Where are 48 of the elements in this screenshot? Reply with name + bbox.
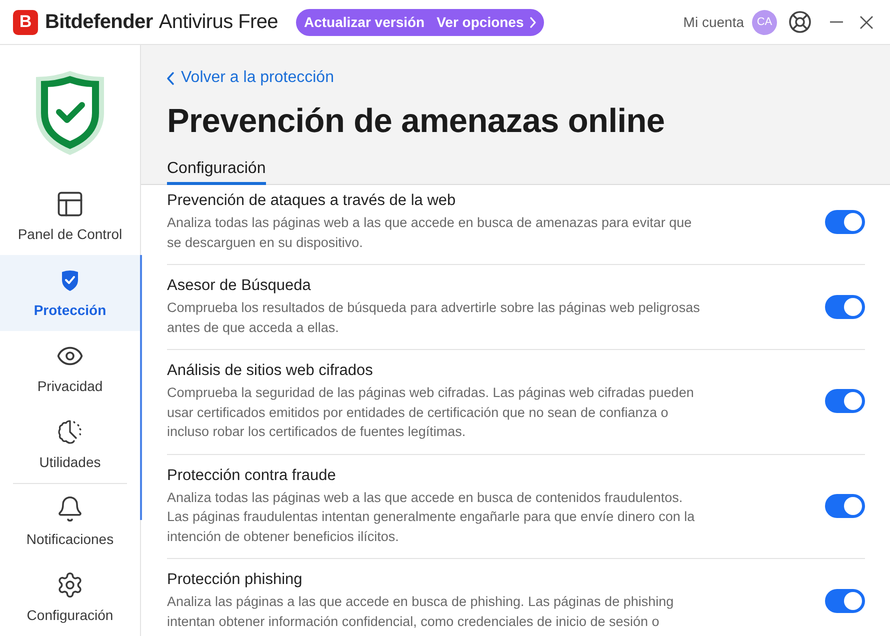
setting-title: Prevención de ataques a través de la web bbox=[167, 191, 456, 211]
brand-name: Bitdefender bbox=[45, 10, 153, 35]
sidebar-label: Notificaciones bbox=[26, 530, 114, 549]
sidebar-item[interactable]: Protección bbox=[0, 255, 140, 331]
setting-description: Comprueba la seguridad de las páginas web cifradas. Las páginas web cifradas pueden usar certificados emitidos por entidades de certificación que no sean de confianza o incluso robar los certificados de fuentes legítimas. bbox=[167, 384, 695, 441]
sidebar-label: Protección bbox=[34, 301, 106, 320]
bell-icon bbox=[56, 495, 84, 523]
product-name: Antivirus Free bbox=[158, 10, 278, 35]
chevron-left-icon bbox=[167, 72, 174, 84]
toggle-switch[interactable] bbox=[825, 588, 865, 612]
setting-description: Comprueba los resultados de búsqueda para advertirle sobre las páginas web peligrosas antes de que acceda a ellas. bbox=[167, 299, 701, 337]
toggle-knob bbox=[844, 298, 862, 316]
setting-title: Protección phishing bbox=[167, 570, 302, 590]
help-button[interactable] bbox=[788, 10, 812, 34]
toggle-knob bbox=[844, 496, 862, 515]
back-link[interactable]: Volver a la protección bbox=[167, 67, 334, 89]
upgrade-button[interactable]: Actualizar versión bbox=[304, 12, 425, 32]
setting-description: Analiza todas las páginas web a las que accede en busca de contenidos fraudulentos. Las páginas fraudulentas intentan generalmente engañarle para que envíe dinero con la intención de obtener beneficios ilícitos. bbox=[167, 488, 696, 546]
setting-description: Analiza las páginas a las que accede en busca de phishing. Las páginas de phishing intentan obtener información confidencial, como credenciales de inicio de sesión o bbox=[167, 593, 675, 630]
toggle-switch[interactable] bbox=[825, 494, 865, 518]
sidebar-label: Panel de Control bbox=[18, 225, 122, 244]
toggle-knob bbox=[844, 212, 862, 230]
setting-title: Asesor de Búsqueda bbox=[167, 276, 311, 296]
tab[interactable]: Configuración bbox=[167, 156, 266, 185]
gear-clock-icon bbox=[58, 420, 82, 444]
toggle-switch[interactable] bbox=[825, 389, 865, 414]
page-title: Prevención de amenazas online bbox=[167, 102, 665, 142]
settings-icon bbox=[56, 571, 84, 599]
view-options-button[interactable]: Ver opciones bbox=[436, 12, 536, 32]
sidebar-label: Utilidades bbox=[39, 453, 101, 472]
sidebar-label: Configuración bbox=[26, 606, 114, 625]
setting-title: Análisis de sitios web cifrados bbox=[167, 361, 373, 381]
toggle-switch[interactable] bbox=[825, 294, 865, 318]
sidebar-label: Privacidad bbox=[37, 377, 103, 396]
layout-panel-icon bbox=[55, 189, 85, 219]
setting-description: Analiza todas las páginas web a las que accede en busca de amenazas para evitar que se descarguen en su dispositivo. bbox=[167, 214, 693, 252]
shield-check-icon bbox=[34, 69, 106, 157]
account-button[interactable]: Mi cuenta bbox=[683, 12, 744, 32]
minimize-icon bbox=[830, 21, 842, 23]
lifebuoy-icon bbox=[788, 10, 812, 34]
toggle-knob bbox=[844, 592, 862, 610]
setting-title: Protección contra fraude bbox=[167, 466, 336, 486]
toggle-switch[interactable] bbox=[825, 210, 865, 234]
chevron-right-icon bbox=[530, 16, 536, 28]
brand-logo: B bbox=[13, 10, 38, 34]
close-icon bbox=[860, 16, 872, 28]
shield-check-icon bbox=[60, 269, 80, 291]
toggle-knob bbox=[844, 392, 862, 410]
